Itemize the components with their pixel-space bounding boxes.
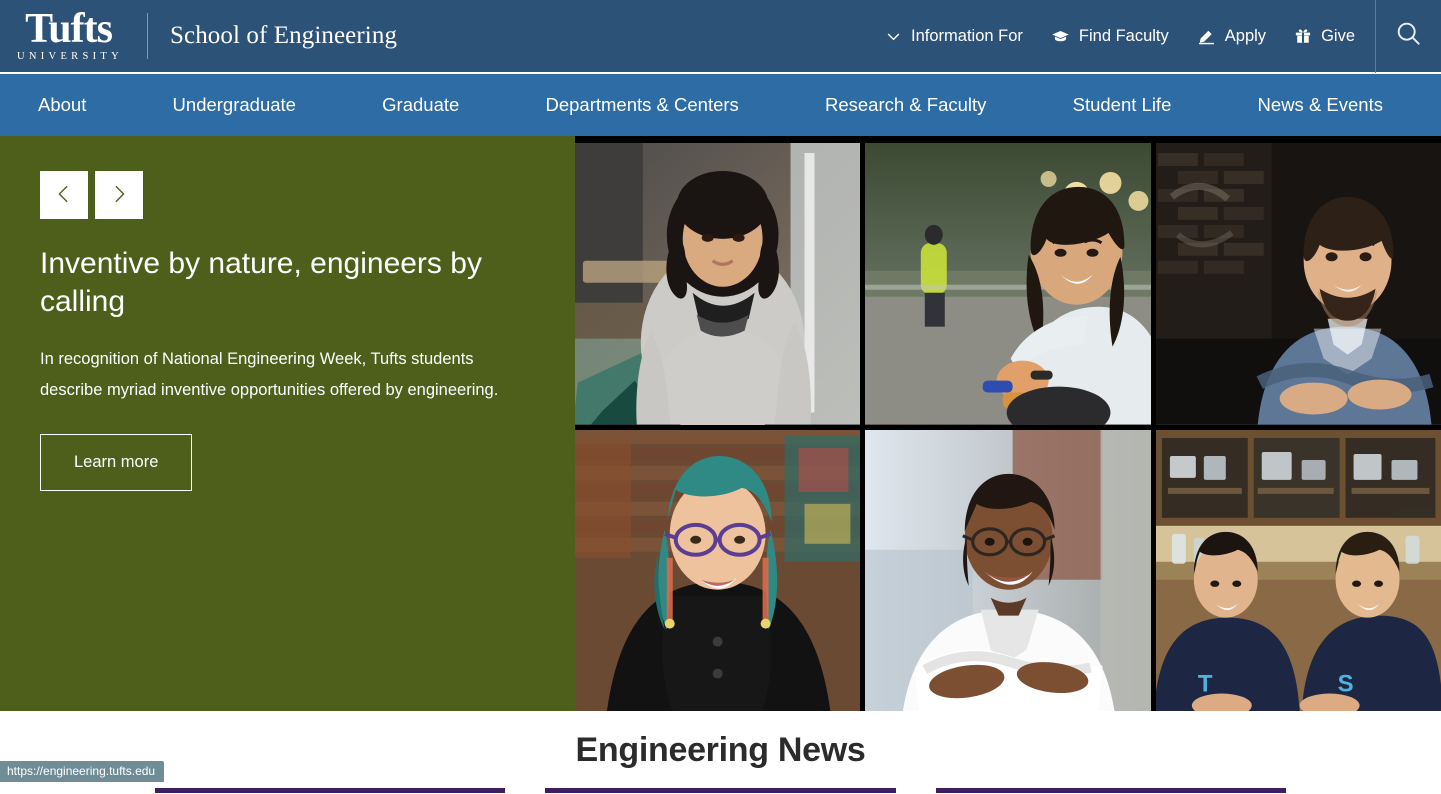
utility-nav-item-give[interactable]: Give: [1280, 21, 1369, 52]
hero-photo-grid: T S: [575, 136, 1441, 711]
hero-photo-1[interactable]: [575, 143, 861, 425]
hero-carousel: Inventive by nature, engineers by callin…: [0, 136, 1441, 711]
news-card-1[interactable]: [155, 788, 506, 793]
hero-title: Inventive by nature, engineers by callin…: [40, 247, 482, 319]
tufts-logo[interactable]: Tufts UNIVERSITY: [8, 5, 129, 63]
carousel-next-button[interactable]: [95, 171, 143, 219]
tufts-logo-university: UNIVERSITY: [17, 51, 123, 63]
tufts-logo-wordmark: Tufts: [25, 5, 113, 52]
hero-learn-more-button[interactable]: Learn more: [40, 433, 193, 491]
news-section-heading: Engineering News: [575, 731, 866, 769]
chevron-down-icon: [885, 28, 902, 45]
browser-status-bar: https://engineering.tufts.edu: [0, 761, 165, 782]
utility-nav-label: Apply: [1224, 26, 1267, 45]
utility-nav-label: Information For: [911, 26, 1023, 45]
hero-description: In recognition of National Engineering W…: [40, 349, 499, 399]
brand-lockup[interactable]: Tufts UNIVERSITY School of Engineering: [0, 0, 397, 72]
utility-nav-label: Give: [1321, 26, 1355, 45]
hero-photo-5[interactable]: [865, 429, 1151, 711]
svg-text:S: S: [1337, 670, 1353, 697]
chevron-left-icon: [53, 183, 75, 208]
brand-divider: [147, 13, 148, 59]
carousel-prev-button[interactable]: [40, 171, 88, 219]
nav-item-news-events[interactable]: News & Events: [1230, 74, 1411, 136]
news-card-3[interactable]: [935, 788, 1286, 793]
utility-nav-item-apply[interactable]: Apply: [1183, 21, 1280, 52]
site-title: School of Engineering: [170, 22, 398, 49]
nav-item-research-faculty[interactable]: Research & Faculty: [797, 74, 1014, 136]
nav-item-undergraduate[interactable]: Undergraduate: [145, 74, 324, 136]
chevron-right-icon: [108, 183, 130, 208]
carousel-controls: [40, 171, 530, 219]
nav-item-departments-centers[interactable]: Departments & Centers: [517, 74, 766, 136]
hero-photo-3[interactable]: [1155, 143, 1441, 425]
svg-text:T: T: [1198, 670, 1213, 697]
utility-nav-item-find-faculty[interactable]: Find Faculty: [1037, 21, 1183, 52]
hero-photo-6[interactable]: T S: [1155, 429, 1441, 711]
utility-navigation: Information For Find Faculty Apply Give: [871, 0, 1375, 72]
news-card-list: [0, 788, 1441, 793]
nav-item-about[interactable]: About: [10, 74, 114, 136]
hero-content-panel: Inventive by nature, engineers by callin…: [0, 136, 575, 711]
hero-photo-4[interactable]: [575, 429, 861, 711]
hero-photo-2[interactable]: [865, 143, 1151, 425]
pencil-icon: [1197, 27, 1216, 46]
utility-nav-label: Find Faculty: [1078, 26, 1169, 45]
nav-item-graduate[interactable]: Graduate: [354, 74, 487, 136]
search-button[interactable]: [1375, 0, 1441, 73]
search-icon: [1394, 19, 1423, 53]
main-navigation: About Undergraduate Graduate Departments…: [0, 74, 1441, 136]
news-card-2[interactable]: [545, 788, 896, 793]
utility-nav-item-information-for[interactable]: Information For: [871, 21, 1037, 52]
engineering-news-section: Engineering News https://engineering.tuf…: [0, 711, 1441, 793]
site-header: Tufts UNIVERSITY School of Engineering I…: [0, 0, 1441, 74]
graduation-cap-icon: [1051, 27, 1070, 46]
nav-item-student-life[interactable]: Student Life: [1045, 74, 1200, 136]
gift-icon: [1294, 27, 1312, 45]
